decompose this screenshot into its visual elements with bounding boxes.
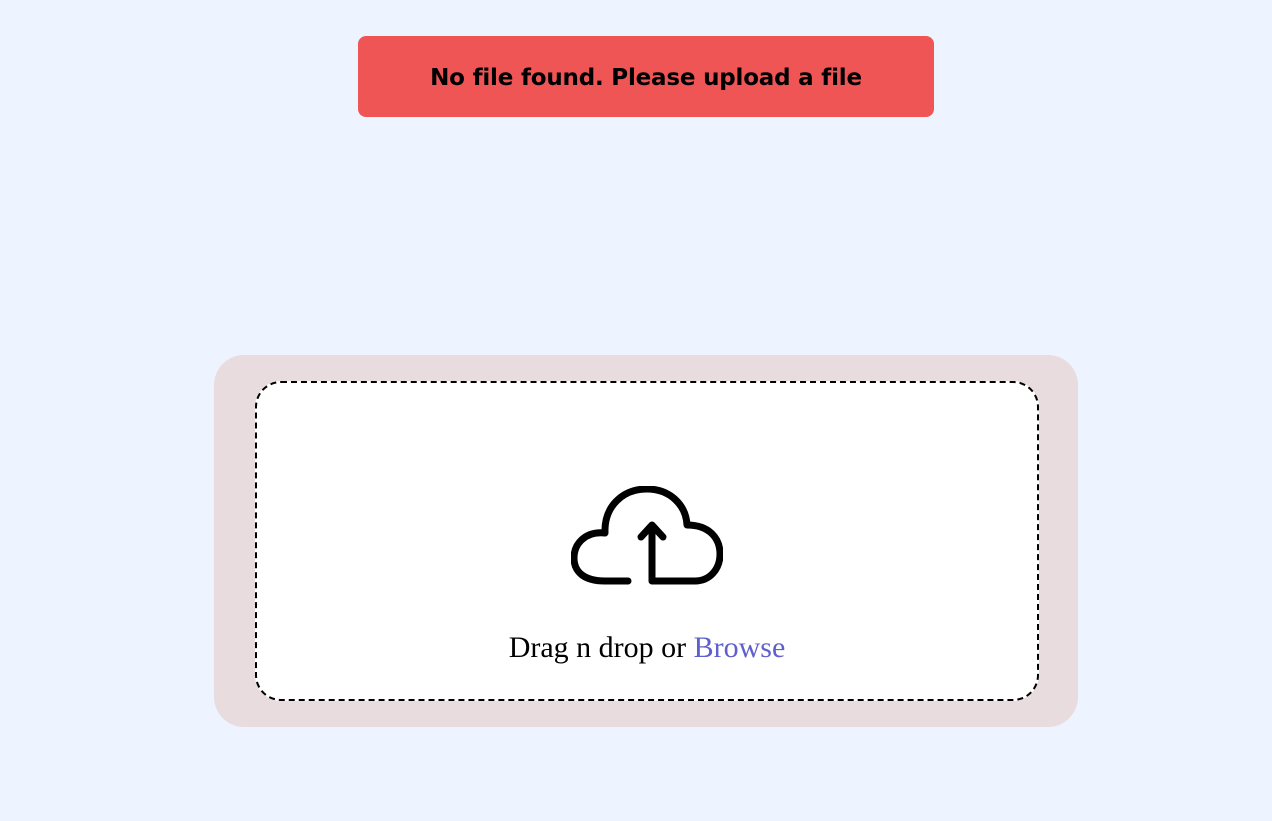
error-alert: No file found. Please upload a file <box>358 36 934 117</box>
drop-label: Drag n drop or <box>508 631 687 664</box>
cloud-upload-icon <box>571 486 723 585</box>
error-message: No file found. Please upload a file <box>430 65 862 91</box>
upload-panel: Drag n drop or Browse <box>214 355 1078 727</box>
drop-instructions: Drag n drop or Browse <box>257 630 1037 666</box>
browse-link[interactable]: Browse <box>694 631 786 664</box>
file-drop-zone[interactable]: Drag n drop or Browse <box>255 381 1039 701</box>
